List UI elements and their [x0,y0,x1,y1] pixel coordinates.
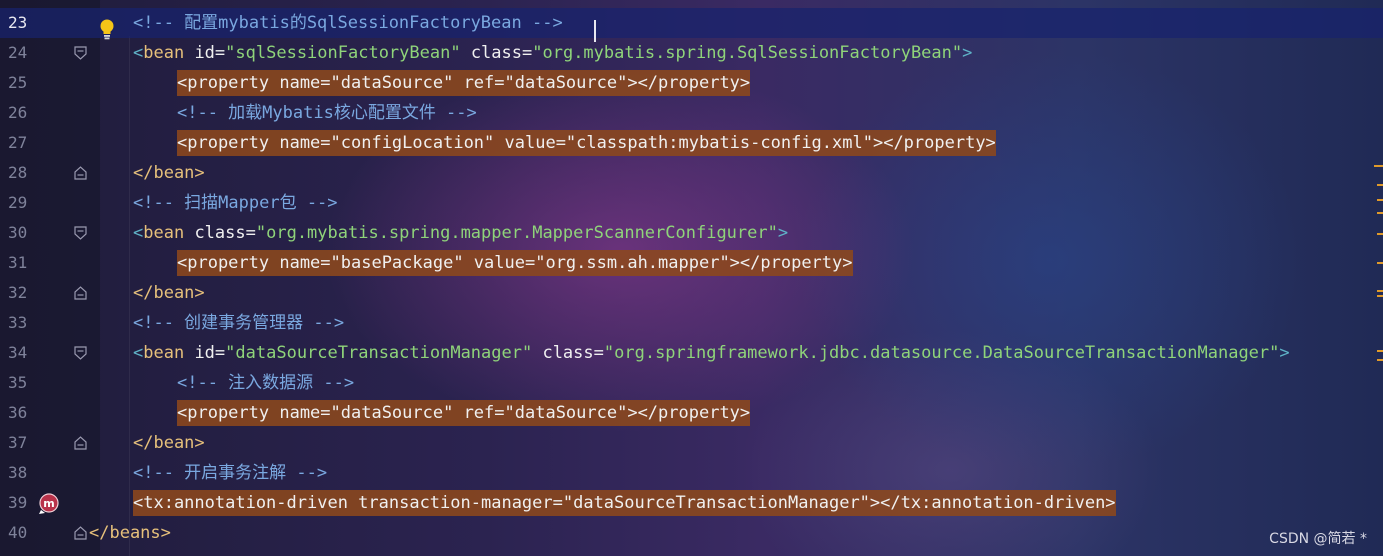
fold-marker-icon[interactable] [74,226,87,240]
scrollbar-marker-stripe[interactable] [1374,0,1383,556]
property-tag: <property name="configLocation" value="c… [177,128,996,158]
code-editor[interactable]: 23 <!-- 配置mybatis的SqlSessionFactoryBean … [0,0,1383,556]
error-stripe-mark[interactable] [1377,184,1383,186]
error-stripe-mark[interactable] [1377,359,1383,361]
error-stripe-mark[interactable] [1377,212,1383,214]
line-number[interactable]: 34 [8,338,36,368]
error-stripe-mark[interactable] [1377,295,1383,297]
line-number[interactable]: 32 [8,278,36,308]
comment: <!-- 创建事务管理器 --> [133,313,345,333]
error-stripe-mark[interactable] [1377,290,1383,292]
code-line[interactable]: 31 <property name="basePackage" value="o… [0,248,1383,278]
comment: <!-- 扫描Mapper包 --> [133,193,338,213]
bean-close-tag: </bean> [133,163,205,183]
line-number[interactable]: 31 [8,248,36,278]
fold-marker-icon[interactable] [74,436,87,450]
bean-close-tag: </bean> [133,283,205,303]
beans-close-tag: </beans> [89,523,171,543]
fold-marker-icon[interactable] [74,346,87,360]
line-number[interactable]: 29 [8,188,36,218]
svg-text:m: m [43,497,54,510]
code-line[interactable]: 37 </bean> [0,428,1383,458]
code-line[interactable]: 39 m <tx:annotation-driven transaction-m… [0,488,1383,518]
code-line[interactable]: 23 <!-- 配置mybatis的SqlSessionFactoryBean … [0,8,1383,42]
property-tag: <property name="dataSource" ref="dataSou… [177,398,751,428]
line-number[interactable]: 28 [8,158,36,188]
line-number[interactable]: 37 [8,428,36,458]
fold-marker-icon[interactable] [74,46,87,60]
code-line[interactable]: 36 <property name="dataSource" ref="data… [0,398,1383,428]
line-number[interactable]: 38 [8,458,36,488]
code-line[interactable]: 28 </bean> [0,158,1383,188]
property-tag: <property name="basePackage" value="org.… [177,248,853,278]
comment: <!-- 开启事务注解 --> [133,463,328,483]
code-line[interactable]: 25 <property name="dataSource" ref="data… [0,68,1383,98]
code-line[interactable]: 27 <property name="configLocation" value… [0,128,1383,158]
bean-open-tag: <bean id="sqlSessionFactoryBean" class="… [133,43,973,63]
code-line[interactable]: 29 <!-- 扫描Mapper包 --> [0,188,1383,218]
code-line[interactable]: 33 <!-- 创建事务管理器 --> [0,308,1383,338]
fold-marker-icon[interactable] [74,526,87,540]
code-line[interactable]: 32 </bean> [0,278,1383,308]
watermark: CSDN @简若 * [1269,531,1367,547]
code-line[interactable]: 34 <bean id="dataSourceTransactionManage… [0,338,1383,368]
error-stripe-mark[interactable] [1374,165,1383,167]
comment: <!-- 加载Mybatis核心配置文件 --> [177,103,477,123]
line-number[interactable]: 39 [8,488,36,518]
code-line[interactable]: 40 </beans> [0,518,1383,548]
line-number[interactable]: 35 [8,368,36,398]
line-number[interactable]: 24 [8,38,36,68]
annotation-driven-tag: <tx:annotation-driven transaction-manage… [133,488,1116,518]
line-number[interactable]: 30 [8,218,36,248]
error-stripe-mark[interactable] [1377,262,1383,264]
bean-close-tag: </bean> [133,433,205,453]
code-line[interactable]: 24 <bean id="sqlSessionFactoryBean" clas… [0,38,1383,68]
fold-marker-icon[interactable] [74,286,87,300]
code-line[interactable]: 35 <!-- 注入数据源 --> [0,368,1383,398]
error-stripe-mark[interactable] [1377,199,1383,201]
error-stripe-mark[interactable] [1377,233,1383,235]
bean-open-tag: <bean class="org.mybatis.spring.mapper.M… [133,223,789,243]
code-line[interactable]: 38 <!-- 开启事务注解 --> [0,458,1383,488]
code-line[interactable]: 26 <!-- 加载Mybatis核心配置文件 --> [0,98,1383,128]
error-stripe-mark[interactable] [1377,350,1383,352]
line-number[interactable]: 25 [8,68,36,98]
bean-open-tag: <bean id="dataSourceTransactionManager" … [133,343,1290,363]
code-line[interactable]: 30 <bean class="org.mybatis.spring.mappe… [0,218,1383,248]
mybatis-mapper-icon[interactable]: m [38,492,62,516]
line-number[interactable]: 33 [8,308,36,338]
line-number[interactable]: 23 [8,8,36,38]
property-tag: <property name="dataSource" ref="dataSou… [177,68,751,98]
line-number[interactable]: 36 [8,398,36,428]
line-number[interactable]: 26 [8,98,36,128]
comment: <!-- 注入数据源 --> [177,373,355,393]
line-number[interactable]: 27 [8,128,36,158]
comment: <!-- 配置mybatis的SqlSessionFactoryBean --> [133,13,563,33]
fold-marker-icon[interactable] [74,166,87,180]
line-number[interactable]: 40 [8,518,36,548]
